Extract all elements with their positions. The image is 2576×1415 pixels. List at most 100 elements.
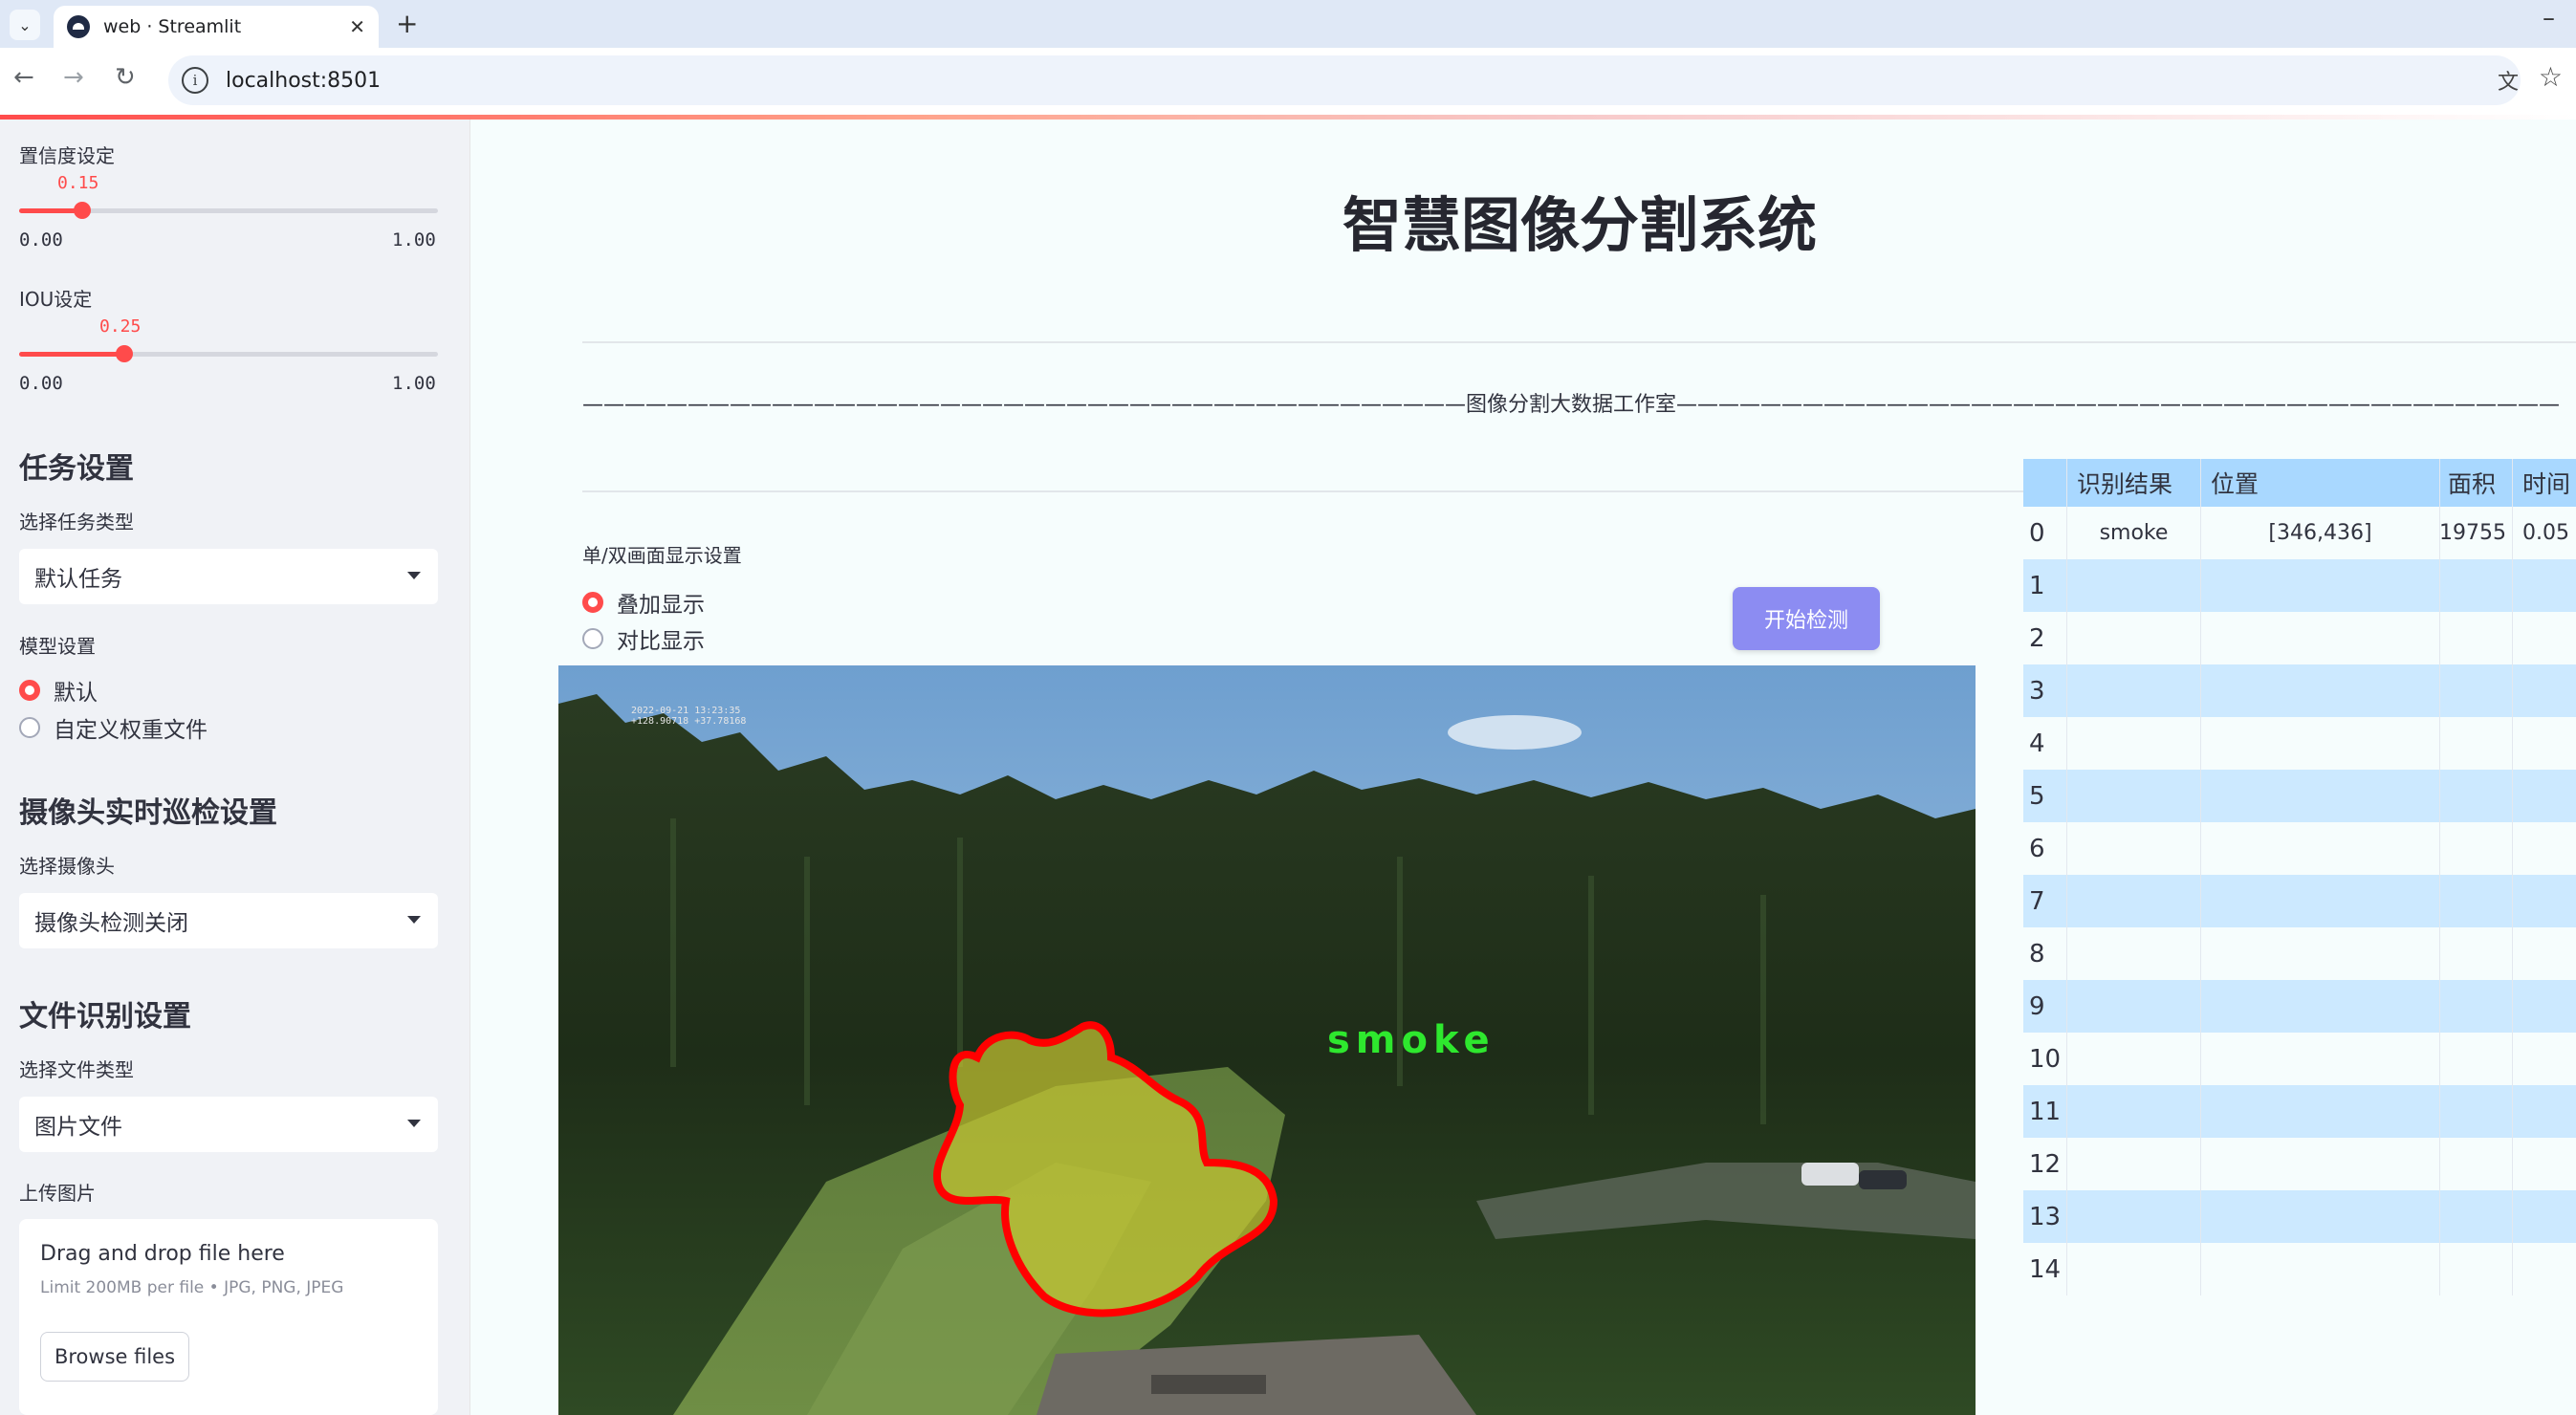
result-cell[interactable] [2067, 770, 2201, 822]
row-index[interactable]: 14 [2023, 1243, 2067, 1295]
row-index[interactable]: 12 [2023, 1138, 2067, 1190]
column-header[interactable]: 位置 [2201, 459, 2440, 507]
area-cell[interactable] [2440, 664, 2513, 717]
column-header[interactable]: 识别结果 [2067, 459, 2201, 507]
display-radio-compare[interactable]: 对比显示 [582, 622, 705, 655]
row-index[interactable]: 13 [2023, 1190, 2067, 1243]
area-cell[interactable] [2440, 1243, 2513, 1295]
row-index[interactable]: 9 [2023, 980, 2067, 1033]
area-cell[interactable] [2440, 1033, 2513, 1085]
close-tab-icon[interactable]: ✕ [349, 15, 365, 38]
iou-slider-thumb[interactable] [115, 345, 133, 362]
result-cell[interactable] [2067, 717, 2201, 770]
result-cell[interactable] [2067, 612, 2201, 664]
table-row[interactable]: 11 [2023, 1085, 2576, 1138]
area-cell[interactable] [2440, 822, 2513, 875]
time-cell[interactable]: 0.05 [2513, 507, 2576, 559]
position-cell[interactable] [2201, 822, 2440, 875]
row-index[interactable]: 3 [2023, 664, 2067, 717]
time-cell[interactable] [2513, 1033, 2576, 1085]
site-info-icon[interactable]: i [182, 67, 208, 94]
table-row[interactable]: 9 [2023, 980, 2576, 1033]
row-index[interactable]: 10 [2023, 1033, 2067, 1085]
result-cell[interactable] [2067, 1190, 2201, 1243]
table-row[interactable]: 2 [2023, 612, 2576, 664]
area-cell[interactable] [2440, 717, 2513, 770]
row-index[interactable]: 11 [2023, 1085, 2067, 1138]
row-index[interactable]: 8 [2023, 927, 2067, 980]
model-radio-custom[interactable]: 自定义权重文件 [19, 711, 207, 744]
model-radio-default[interactable]: 默认 [19, 674, 98, 707]
browse-files-button[interactable]: Browse files [40, 1332, 189, 1382]
area-cell[interactable] [2440, 559, 2513, 612]
browser-tab[interactable]: web · Streamlit ✕ [54, 6, 379, 48]
table-row[interactable]: 10 [2023, 1033, 2576, 1085]
time-cell[interactable] [2513, 822, 2576, 875]
file-type-select[interactable]: 图片文件 [19, 1097, 438, 1152]
area-cell[interactable] [2440, 612, 2513, 664]
position-cell[interactable] [2201, 875, 2440, 927]
time-cell[interactable] [2513, 1190, 2576, 1243]
confidence-slider-thumb[interactable] [73, 202, 91, 219]
time-cell[interactable] [2513, 1138, 2576, 1190]
position-cell[interactable] [2201, 770, 2440, 822]
column-header[interactable]: 时间 [2513, 459, 2576, 507]
forward-arrow-icon[interactable]: → [63, 63, 84, 92]
time-cell[interactable] [2513, 717, 2576, 770]
table-row[interactable]: 13 [2023, 1190, 2576, 1243]
back-arrow-icon[interactable]: ← [13, 63, 34, 92]
time-cell[interactable] [2513, 612, 2576, 664]
position-cell[interactable] [2201, 1085, 2440, 1138]
table-row[interactable]: 1 [2023, 559, 2576, 612]
area-cell[interactable] [2440, 1190, 2513, 1243]
table-row[interactable]: 3 [2023, 664, 2576, 717]
area-cell[interactable] [2440, 927, 2513, 980]
position-cell[interactable] [2201, 717, 2440, 770]
table-row[interactable]: 0 smoke [346,436] 19755 0.05 [2023, 507, 2576, 559]
time-cell[interactable] [2513, 1085, 2576, 1138]
row-index[interactable]: 7 [2023, 875, 2067, 927]
result-cell[interactable] [2067, 664, 2201, 717]
detection-results-table[interactable]: 识别结果 位置 面积 时间 0 smoke [346,436] 19755 0.05 1 2… [2023, 459, 2576, 1295]
file-dropzone[interactable]: Drag and drop file here Limit 200MB per … [19, 1219, 438, 1415]
area-cell[interactable] [2440, 1138, 2513, 1190]
table-row[interactable]: 6 [2023, 822, 2576, 875]
display-radio-overlay[interactable]: 叠加显示 [582, 586, 705, 619]
result-cell[interactable] [2067, 980, 2201, 1033]
table-row[interactable]: 14 [2023, 1243, 2576, 1295]
address-bar[interactable]: i localhost:8501 [168, 55, 2521, 105]
position-cell[interactable] [2201, 1138, 2440, 1190]
confidence-slider[interactable] [19, 202, 438, 219]
camera-select[interactable]: 摄像头检测关闭 [19, 893, 438, 948]
position-cell[interactable] [2201, 664, 2440, 717]
row-index[interactable]: 2 [2023, 612, 2067, 664]
table-row[interactable]: 7 [2023, 875, 2576, 927]
result-cell[interactable]: smoke [2067, 507, 2201, 559]
new-tab-plus-icon[interactable]: + [396, 8, 418, 39]
time-cell[interactable] [2513, 875, 2576, 927]
area-cell[interactable] [2440, 980, 2513, 1033]
area-cell[interactable] [2440, 770, 2513, 822]
result-cell[interactable] [2067, 1243, 2201, 1295]
table-row[interactable]: 8 [2023, 927, 2576, 980]
table-row[interactable]: 12 [2023, 1138, 2576, 1190]
time-cell[interactable] [2513, 1243, 2576, 1295]
position-cell[interactable] [2201, 612, 2440, 664]
result-cell[interactable] [2067, 927, 2201, 980]
area-cell[interactable] [2440, 875, 2513, 927]
position-cell[interactable] [2201, 927, 2440, 980]
bookmark-star-icon[interactable]: ☆ [2539, 61, 2563, 93]
row-index[interactable]: 6 [2023, 822, 2067, 875]
tab-list-chevron-icon[interactable]: ⌄ [10, 10, 40, 40]
result-cell[interactable] [2067, 1033, 2201, 1085]
result-cell[interactable] [2067, 822, 2201, 875]
time-cell[interactable] [2513, 980, 2576, 1033]
reload-icon[interactable]: ↻ [115, 63, 136, 92]
table-row[interactable]: 4 [2023, 717, 2576, 770]
time-cell[interactable] [2513, 664, 2576, 717]
time-cell[interactable] [2513, 770, 2576, 822]
minimize-window-icon[interactable]: – [2543, 4, 2555, 33]
start-detection-button[interactable]: 开始检测 [1733, 587, 1880, 650]
position-cell[interactable] [2201, 1243, 2440, 1295]
task-type-select[interactable]: 默认任务 [19, 549, 438, 604]
